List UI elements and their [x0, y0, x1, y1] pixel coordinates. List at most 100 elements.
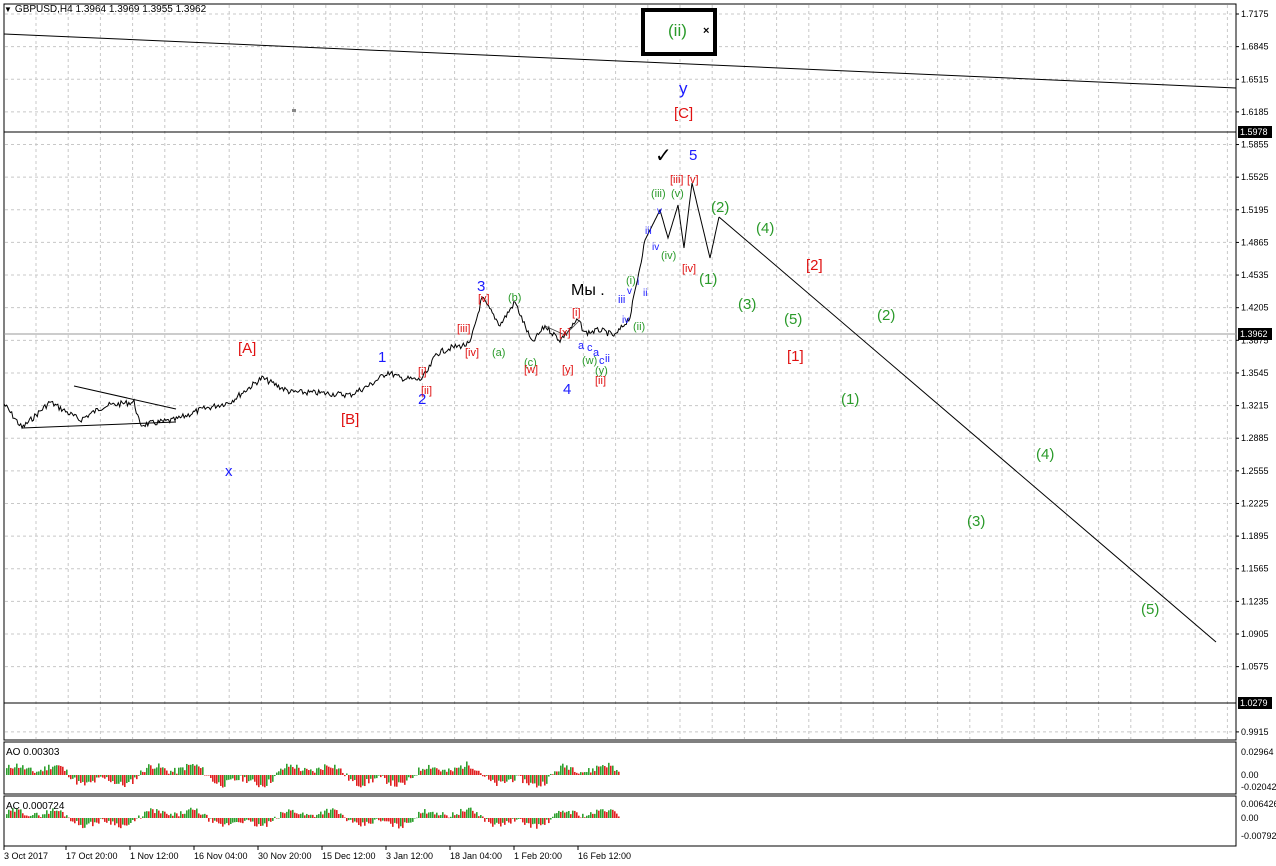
ac-histogram-bar [36, 812, 38, 818]
ao-histogram-bar [554, 771, 556, 775]
time-axis-label: 17 Oct 20:00 [66, 851, 118, 861]
ac-histogram-bar [364, 818, 366, 826]
chart-window[interactable]: 1.7175 1.6845 1.6515 1.6185 1.5855 1.5525 1.51… [0, 0, 1276, 866]
ac-histogram-bar [604, 811, 606, 818]
ac-histogram-bar [402, 818, 404, 828]
ac-histogram-bar [484, 818, 486, 822]
ao-histogram-bar [458, 767, 460, 775]
ac-histogram-bar [532, 818, 534, 825]
ac-histogram-bar [204, 813, 206, 818]
price-axis-label: 1.5525 [1241, 172, 1269, 182]
ao-histogram-bar [528, 775, 530, 786]
ao-histogram-bar [606, 767, 608, 775]
ao-histogram-bar [544, 775, 546, 786]
ao-histogram-bar [76, 775, 78, 785]
ac-histogram-bar [202, 814, 204, 818]
ao-histogram-bar [614, 770, 616, 775]
ac-histogram-bar [170, 813, 172, 818]
wave-label: (1) [841, 391, 859, 408]
ao-histogram-bar [284, 768, 286, 775]
ac-histogram-bar [612, 809, 614, 818]
price-axis-label: 1.4535 [1241, 270, 1269, 280]
ac-histogram-bar [464, 811, 466, 818]
ao-histogram-bar [70, 775, 72, 780]
ac-histogram-bar [454, 815, 456, 818]
ac-histogram-bar [188, 809, 190, 818]
ac-axis-label: 0.006426 [1241, 799, 1276, 809]
wave-label: iv [622, 315, 629, 326]
ao-histogram-bar [500, 775, 502, 782]
chart-menu-icon[interactable]: ▼ [4, 5, 12, 14]
ac-histogram-bar [254, 818, 256, 827]
ac-histogram-bar [442, 812, 444, 818]
ao-histogram-bar [490, 775, 492, 782]
ac-histogram-bar [150, 808, 152, 818]
ac-histogram-bar [440, 814, 442, 818]
ao-histogram-bar [504, 775, 506, 784]
ao-histogram-bar [142, 771, 144, 775]
wave-label: ii [643, 288, 647, 299]
ac-histogram-bar [310, 814, 312, 818]
price-axis-label: 1.3215 [1241, 401, 1269, 411]
ac-histogram-bar [474, 813, 476, 818]
ac-histogram-bar [306, 813, 308, 818]
ac-histogram-bar [400, 818, 402, 827]
ao-histogram-bar [506, 775, 508, 782]
ac-histogram-bar [132, 818, 134, 820]
ao-histogram-bar [564, 767, 566, 775]
ac-histogram-bar [316, 814, 318, 818]
ac-histogram-bar [324, 810, 326, 818]
ac-histogram-bar [304, 815, 306, 818]
ac-histogram-bar [418, 811, 420, 818]
ac-histogram-bar [566, 811, 568, 818]
price-chart[interactable]: 1.7175 1.6845 1.6515 1.6185 1.5855 1.5525 1.51… [0, 0, 1276, 866]
ac-histogram-bar [332, 808, 334, 818]
ao-histogram-bar [80, 775, 82, 783]
ao-histogram-bar [448, 768, 450, 775]
ac-histogram-bar [362, 818, 364, 823]
ac-histogram-bar [396, 818, 398, 824]
ac-histogram-bar [160, 813, 162, 818]
wave-label: [i] [418, 366, 427, 378]
ac-histogram-bar [128, 818, 130, 825]
ac-histogram-bar [520, 818, 522, 819]
ao-histogram-bar [372, 775, 374, 783]
price-axis-label: 0.9915 [1241, 727, 1269, 737]
ao-histogram-bar [58, 765, 60, 775]
ao-histogram-bar [244, 775, 246, 778]
ao-histogram-bar [474, 770, 476, 775]
time-axis-label: 15 Dec 12:00 [322, 851, 376, 861]
ao-histogram-bar [274, 775, 276, 777]
ac-histogram-bar [488, 818, 490, 822]
ac-histogram-bar [462, 811, 464, 818]
ao-histogram-bar [612, 765, 614, 775]
ac-histogram-bar [334, 809, 336, 818]
ao-histogram-bar [348, 775, 350, 781]
ao-histogram-bar [212, 775, 214, 782]
ao-histogram-bar [28, 767, 30, 775]
ao-histogram-bar [518, 775, 520, 776]
ao-histogram-bar [54, 765, 56, 775]
ac-histogram-bar [104, 818, 106, 822]
ac-histogram-bar [556, 813, 558, 818]
ac-histogram-bar [546, 818, 548, 820]
wave-label: v [657, 206, 662, 217]
wave-label: ii [605, 353, 610, 365]
time-axis-label: 16 Feb 12:00 [578, 851, 631, 861]
ao-histogram-bar [364, 775, 366, 787]
price-axis-label: 1.0575 [1241, 662, 1269, 672]
ao-histogram-bar [226, 775, 228, 781]
ao-histogram-bar [434, 767, 436, 775]
wave-label: a [578, 340, 585, 352]
ao-histogram-bar [138, 775, 140, 776]
ao-histogram-bar [280, 768, 282, 775]
ao-histogram-bar [276, 772, 278, 775]
ao-histogram-bar [290, 764, 292, 775]
ac-histogram-bar [598, 810, 600, 818]
ohlc-values: 1.3964 1.3969 1.3955 1.3962 [75, 4, 207, 15]
ao-histogram-bar [48, 764, 50, 775]
ao-histogram-bar [260, 775, 262, 785]
ac-histogram-bar [68, 817, 70, 819]
ac-histogram-bar [30, 815, 32, 818]
ao-histogram-bar [498, 775, 500, 781]
